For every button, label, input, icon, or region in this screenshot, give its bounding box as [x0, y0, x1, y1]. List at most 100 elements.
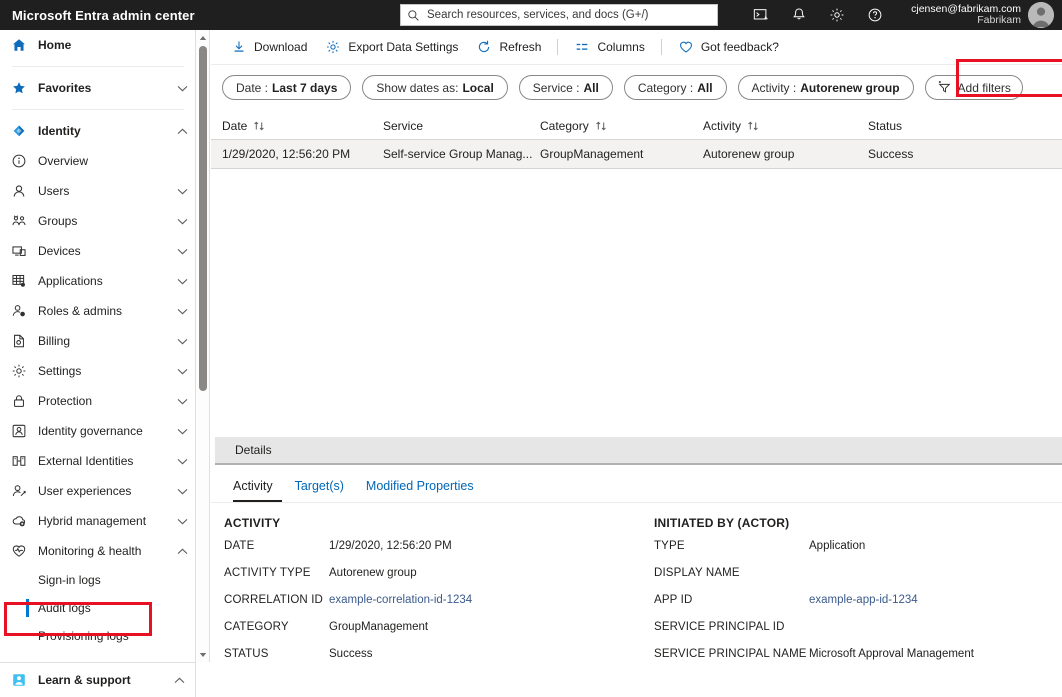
filter-service[interactable]: Service : All — [518, 75, 613, 100]
download-icon — [231, 39, 247, 55]
sidebar-item-overview[interactable]: Overview — [0, 146, 195, 176]
gear-icon — [325, 39, 341, 55]
nav-scrollbar-thumb[interactable] — [199, 46, 207, 391]
sidebar-item-protection[interactable]: Protection — [0, 386, 195, 416]
sort-icon[interactable] — [595, 119, 608, 132]
sidebar-item-provisioning-logs[interactable]: Provisioning logs — [0, 622, 195, 650]
chevron-down-icon[interactable] — [176, 455, 188, 467]
home-icon — [10, 36, 28, 54]
sidebar-item-label: Home — [38, 38, 72, 52]
chevron-up-icon[interactable] — [176, 125, 188, 137]
cloud-shell-icon[interactable] — [752, 7, 769, 24]
sidebar-item-devices[interactable]: Devices — [0, 236, 195, 266]
sidebar-item-learn-support[interactable]: Learn & support — [0, 662, 196, 697]
avatar[interactable] — [1028, 2, 1054, 28]
filter-category[interactable]: Category : All — [623, 75, 727, 100]
filter-date[interactable]: Date : Last 7 days — [222, 75, 352, 100]
column-header-status[interactable]: Status — [868, 119, 1028, 133]
chevron-down-icon[interactable] — [176, 215, 188, 227]
column-header-category[interactable]: Category — [540, 119, 703, 133]
sidebar-item-groups[interactable]: Groups — [0, 206, 195, 236]
command-separator — [660, 39, 662, 55]
sidebar-item-applications[interactable]: Applications — [0, 266, 195, 296]
add-filters-button[interactable]: Add filters — [924, 75, 1023, 100]
chevron-up-icon[interactable] — [176, 545, 188, 557]
chevron-down-icon[interactable] — [176, 245, 188, 257]
sidebar-item-settings[interactable]: Settings — [0, 356, 195, 386]
filter-activity[interactable]: Activity : Autorenew group — [737, 75, 914, 100]
sidebar-item-label: Roles & admins — [38, 304, 123, 318]
chevron-up-icon[interactable] — [173, 674, 185, 686]
details-tab-activity[interactable]: Activity — [231, 470, 284, 502]
chevron-down-icon[interactable] — [176, 275, 188, 287]
sidebar-item-identity[interactable]: Identity — [0, 116, 195, 146]
column-header-activity[interactable]: Activity — [703, 119, 868, 133]
detail-value: 1/29/2020, 12:56:20 PM — [329, 540, 452, 552]
sidebar-item-label: Monitoring & health — [38, 544, 142, 558]
command-export-data-settings[interactable]: Export Data Settings — [316, 30, 467, 65]
command-columns[interactable]: Columns — [565, 30, 653, 65]
search-input[interactable] — [425, 8, 711, 22]
sidebar-item-user-experiences[interactable]: User experiences — [0, 476, 195, 506]
details-pane: Activity Target(s) Modified Properties ACT… — [211, 471, 1062, 697]
detail-value[interactable]: example-app-id-1234 — [809, 594, 918, 606]
sidebar-item-favorites[interactable]: Favorites — [0, 73, 195, 103]
detail-value: Success — [329, 648, 373, 660]
detail-key: DATE — [224, 540, 255, 552]
sidebar-item-home[interactable]: Home — [0, 30, 195, 60]
detail-key: SERVICE PRINCIPAL ID — [654, 621, 785, 633]
column-header-date[interactable]: Date — [222, 119, 383, 133]
nav-scrollbar[interactable] — [196, 30, 210, 662]
sidebar-item-identity-governance[interactable]: Identity governance — [0, 416, 195, 446]
chevron-down-icon[interactable] — [176, 485, 188, 497]
sidebar-item-hybrid-management[interactable]: Hybrid management — [0, 506, 195, 536]
chevron-down-icon[interactable] — [176, 425, 188, 437]
app-brand-title: Microsoft Entra admin center — [12, 7, 195, 23]
chevron-down-icon[interactable] — [176, 365, 188, 377]
column-header-service[interactable]: Service — [383, 119, 540, 133]
detail-key: DISPLAY NAME — [654, 567, 740, 579]
divider — [12, 109, 184, 110]
scroll-up-arrow-icon[interactable] — [196, 31, 210, 44]
sidebar-item-label: External Identities — [38, 454, 134, 468]
filter-show-dates-as[interactable]: Show dates as: Local — [362, 75, 508, 100]
help-question-icon[interactable] — [866, 7, 883, 24]
table-body: 1/29/2020, 12:56:20 PM Self-service Group… — [211, 140, 1062, 169]
refresh-icon — [476, 39, 492, 55]
chevron-down-icon[interactable] — [176, 335, 188, 347]
sidebar-item-roles-admins[interactable]: Roles & admins — [0, 296, 195, 326]
details-initiated-by-section: INITIATED BY (ACTOR) TYPE Application DISP… — [641, 516, 1062, 675]
detail-key: ACTIVITY TYPE — [224, 567, 311, 579]
sort-icon[interactable] — [747, 119, 760, 132]
notifications-bell-icon[interactable] — [790, 7, 807, 24]
chevron-down-icon[interactable] — [176, 515, 188, 527]
command-download[interactable]: Download — [222, 30, 316, 65]
chevron-down-icon[interactable] — [176, 82, 188, 94]
chevron-down-icon[interactable] — [176, 305, 188, 317]
chevron-down-icon[interactable] — [176, 395, 188, 407]
details-bar[interactable]: Details — [215, 437, 1062, 465]
sidebar-item-billing[interactable]: Billing — [0, 326, 195, 356]
sidebar-item-external-identities[interactable]: External Identities — [0, 446, 195, 476]
sidebar-footer-label: Learn & support — [38, 673, 131, 687]
command-refresh[interactable]: Refresh — [467, 30, 550, 65]
settings-gear-icon[interactable] — [828, 7, 845, 24]
sidebar-item-users[interactable]: Users — [0, 176, 195, 206]
detail-value: Autorenew group — [329, 567, 417, 579]
detail-value[interactable]: example-correlation-id-1234 — [329, 594, 472, 606]
applications-grid-icon — [10, 272, 28, 290]
chevron-down-icon[interactable] — [176, 185, 188, 197]
table-row[interactable]: 1/29/2020, 12:56:20 PM Self-service Group… — [211, 140, 1062, 169]
sidebar-item-sign-in-logs[interactable]: Sign-in logs — [0, 566, 195, 594]
sidebar-item-monitoring-health[interactable]: Monitoring & health — [0, 536, 195, 566]
account-menu[interactable]: cjensen@fabrikam.com Fabrikam — [911, 0, 1054, 30]
command-got-feedback[interactable]: Got feedback? — [669, 30, 788, 65]
devices-icon — [10, 242, 28, 260]
sort-icon[interactable] — [253, 119, 266, 132]
sidebar-item-audit-logs[interactable]: Audit logs — [0, 594, 195, 622]
details-tab-target-s[interactable]: Target(s) — [284, 470, 355, 502]
details-tabs: Activity Target(s) Modified Properties — [211, 471, 1062, 503]
global-search[interactable] — [400, 4, 718, 26]
details-tab-modified-properties[interactable]: Modified Properties — [355, 470, 485, 502]
scroll-down-arrow-icon[interactable] — [196, 648, 210, 661]
